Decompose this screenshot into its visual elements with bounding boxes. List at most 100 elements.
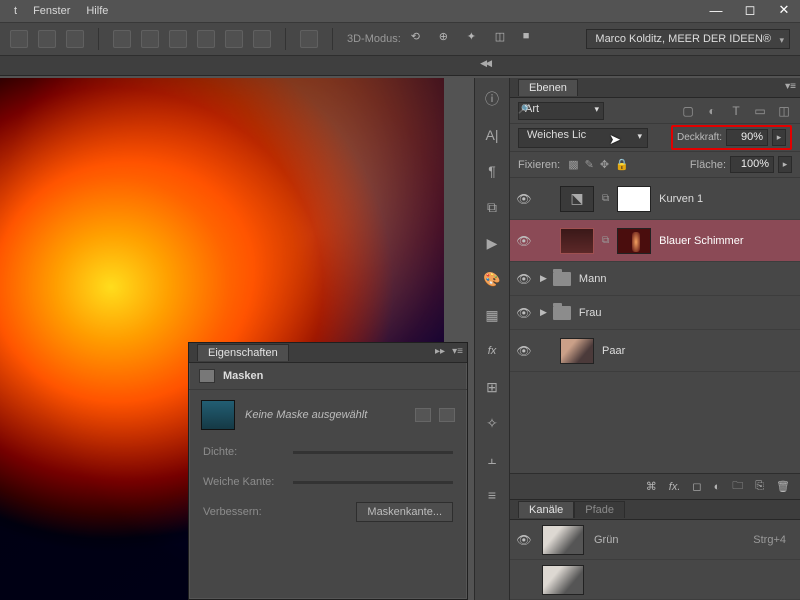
filter-adjust-icon[interactable]: ◐ [704, 103, 720, 119]
tool-icon[interactable]: ⟲ [411, 30, 429, 48]
link-icon: ⧉ [602, 235, 609, 246]
tool-icon[interactable] [38, 30, 56, 48]
visibility-icon[interactable]: 👁 [516, 306, 532, 320]
tab-kanaele[interactable]: Kanäle [518, 501, 574, 518]
group-icon[interactable]: 🗀 [732, 477, 743, 496]
mask-edge-button[interactable]: Maskenkante... [356, 502, 453, 522]
fx-icon[interactable]: fx. [669, 481, 681, 493]
fill-dropdown[interactable]: ▸ [778, 156, 792, 173]
collapse-icon[interactable]: ▸▸ [435, 346, 445, 357]
tool-icon[interactable] [225, 30, 243, 48]
tool-icon[interactable]: ■ [523, 30, 541, 48]
adjustment-icon[interactable]: ◐ [714, 481, 721, 493]
tool-icon[interactable] [169, 30, 187, 48]
layer-name[interactable]: Paar [602, 345, 625, 357]
blend-mode-dropdown[interactable]: Weiches Lic [518, 128, 648, 148]
menu-item-hilfe[interactable]: Hilfe [78, 5, 116, 17]
density-slider[interactable] [293, 451, 453, 454]
new-layer-icon[interactable]: ⎘ [755, 480, 764, 493]
channel-row[interactable] [510, 560, 800, 600]
lock-all-icon[interactable]: 🔒 [615, 158, 629, 171]
layer-name[interactable]: Frau [579, 307, 602, 319]
filter-type-dropdown[interactable]: Art [518, 102, 604, 120]
filter-shape-icon[interactable]: ▭ [752, 103, 768, 119]
pixel-mask-button[interactable] [415, 408, 431, 422]
mask-sliders: Dichte: Weiche Kante: [189, 440, 467, 494]
expand-icon[interactable]: ▶ [540, 273, 547, 284]
panel-menu-icon[interactable]: ▾≡ [785, 81, 796, 92]
panel-menu-icon[interactable]: ▾≡ [452, 346, 463, 357]
maximize-button[interactable]: ◻ [740, 2, 760, 18]
tool-icon[interactable] [253, 30, 271, 48]
filter-type-icon[interactable]: T [728, 103, 744, 119]
folder-icon [553, 272, 571, 286]
layer-thumb [560, 228, 594, 254]
link-layers-icon[interactable]: ⌘ [646, 480, 657, 493]
tool-icon[interactable] [300, 30, 318, 48]
density-label: Dichte: [203, 446, 283, 458]
tool-icon[interactable]: ⊕ [439, 30, 457, 48]
layer-name[interactable]: Kurven 1 [659, 193, 703, 205]
channel-row[interactable]: 👁 Grün Strg+4 [510, 520, 800, 560]
layer-group-row[interactable]: 👁 ▶ Mann [510, 262, 800, 296]
play-icon[interactable]: ▶ [481, 232, 503, 254]
cursor-icon: ➤ [609, 131, 621, 148]
filter-smart-icon[interactable]: ◫ [776, 103, 792, 119]
visibility-icon[interactable]: 👁 [516, 192, 532, 206]
tool-icon[interactable] [113, 30, 131, 48]
lock-transparency-icon[interactable]: ▩ [568, 158, 578, 171]
visibility-icon[interactable]: 👁 [516, 533, 532, 547]
layer-group-row[interactable]: 👁 ▶ Frau [510, 296, 800, 330]
filter-pixel-icon[interactable]: ▢ [680, 103, 696, 119]
tab-pfade[interactable]: Pfade [574, 501, 625, 518]
tool-icon[interactable] [197, 30, 215, 48]
light-icon[interactable]: ✧ [481, 412, 503, 434]
lock-paint-icon[interactable]: ✎ [585, 158, 594, 171]
tab-strip: ◀◀ [0, 56, 800, 76]
layers-icon[interactable]: ⧉ [481, 196, 503, 218]
tool-icon[interactable] [10, 30, 28, 48]
layer-name[interactable]: Mann [579, 273, 607, 285]
workspace-dropdown[interactable]: Marco Kolditz, MEER DER IDEEN® [586, 29, 790, 49]
layer-row[interactable]: 👁 ⬔ ⧉ Kurven 1 [510, 178, 800, 220]
opacity-input[interactable]: 90% [726, 129, 768, 146]
menu-item-fenster[interactable]: Fenster [25, 5, 78, 17]
layer-name[interactable]: Blauer Schimmer [659, 235, 743, 247]
delete-icon[interactable]: 🗑 [776, 480, 790, 493]
collapse-icon[interactable]: ◀◀ [480, 58, 490, 69]
separator [285, 28, 286, 50]
mask-mode-icon[interactable] [199, 369, 215, 383]
fill-input[interactable]: 100% [730, 156, 774, 173]
layer-row-selected[interactable]: 👁 ⧉ Blauer Schimmer [510, 220, 800, 262]
minimize-button[interactable]: — [706, 2, 726, 18]
lock-position-icon[interactable]: ✥ [600, 158, 609, 171]
measure-icon[interactable]: ⫠ [481, 448, 503, 470]
visibility-icon[interactable]: 👁 [516, 272, 532, 286]
tool-icon[interactable] [66, 30, 84, 48]
expand-icon[interactable]: ▶ [540, 307, 547, 318]
visibility-icon[interactable]: 👁 [516, 344, 532, 358]
tool-icon[interactable]: ◫ [495, 30, 513, 48]
empty-mask-text: Keine Maske ausgewählt [245, 409, 367, 421]
styles-icon[interactable]: fx [481, 340, 503, 362]
character-icon[interactable]: A| [481, 124, 503, 146]
tool-icon[interactable] [141, 30, 159, 48]
visibility-icon[interactable]: 👁 [516, 234, 532, 248]
layer-thumb [560, 338, 594, 364]
opacity-dropdown[interactable]: ▸ [772, 129, 786, 146]
menu-item[interactable]: t [6, 5, 25, 17]
swatches-icon[interactable]: 🎨 [481, 268, 503, 290]
tab-eigenschaften[interactable]: Eigenschaften [197, 344, 289, 361]
paragraph-icon[interactable]: ¶ [481, 160, 503, 182]
tool-icon[interactable]: ✦ [467, 30, 485, 48]
feather-slider[interactable] [293, 481, 453, 484]
mask-icon[interactable]: ◻ [692, 480, 701, 493]
layer-row[interactable]: 👁 Paar [510, 330, 800, 372]
close-button[interactable]: ✕ [774, 2, 794, 18]
info-icon[interactable]: ⓘ [481, 88, 503, 110]
align-icon[interactable]: ≡ [481, 484, 503, 506]
brushes-icon[interactable]: ▦ [481, 304, 503, 326]
vector-mask-button[interactable] [439, 408, 455, 422]
tool-presets-icon[interactable]: ⊞ [481, 376, 503, 398]
tab-ebenen[interactable]: Ebenen [518, 79, 578, 96]
